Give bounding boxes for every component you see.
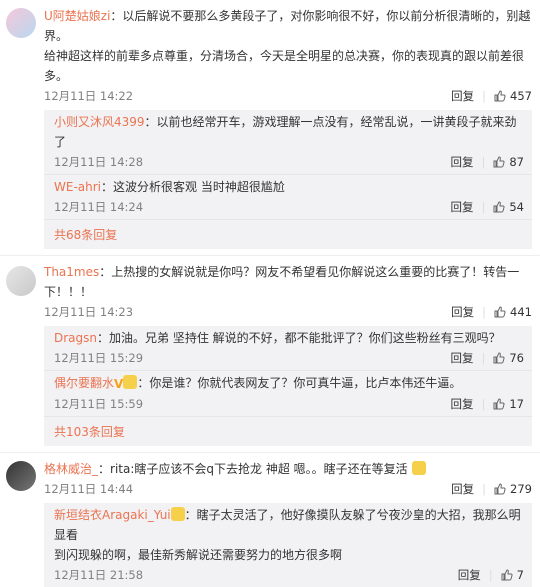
thumbs-up-icon bbox=[493, 201, 505, 213]
timestamp: 12月11日 14:22 bbox=[44, 89, 134, 103]
reply-list: 新垣结衣Aragaki_Yui ：瞎子太灵活了，他好像摸队友躲了兮夜沙皇的大招，我… bbox=[44, 503, 532, 587]
reply-text: ：你是谁？你就代表网友了？你可真牛逼，比卢本伟还牛逼。 bbox=[137, 376, 462, 390]
reply-text: ：加油。兄弟 坚持住 解说的不好，都不能批评了？你们这些粉丝有三观吗？ bbox=[97, 331, 501, 345]
like-button[interactable]: 17 bbox=[493, 397, 524, 411]
timestamp: 12月11日 15:29 bbox=[54, 351, 144, 365]
reply-button[interactable]: 回复 bbox=[451, 481, 474, 497]
thumbs-up-icon bbox=[494, 90, 506, 102]
comment: Tha1mes：上热搜的女解说就是你吗？网友不希望看见你解说这么重要的比赛了！转… bbox=[0, 256, 540, 453]
divider: | bbox=[481, 200, 486, 214]
comment-text: 下！！！ bbox=[44, 285, 93, 299]
comment-author[interactable]: U阿楚姑娘zi bbox=[44, 9, 110, 23]
comment-text: ：上热搜的女解说就是你吗？网友不希望看见你解说这么重要的比赛了！转告一 bbox=[99, 265, 520, 279]
like-count: 54 bbox=[509, 200, 524, 214]
like-count: 87 bbox=[509, 155, 524, 169]
comment: U阿楚姑娘zi：以后解说不要那么多黄段子了，对你影响很不好，你以前分析很清晰的，… bbox=[0, 0, 540, 256]
divider: | bbox=[482, 482, 487, 496]
like-button[interactable]: 441 bbox=[494, 305, 532, 319]
comment-text: 给神超这样的前辈多点尊重，分清场合，今天是全明星的总决赛，你的表现真的跟以前差很… bbox=[44, 49, 525, 83]
timestamp: 12月11日 15:59 bbox=[54, 397, 144, 411]
timestamp: 12月11日 14:24 bbox=[54, 200, 144, 214]
reply-button[interactable]: 回复 bbox=[450, 199, 473, 215]
like-count: 441 bbox=[510, 305, 532, 319]
comment-text: ：以后解说不要那么多黄段子了，对你影响很不好，你以前分析很清晰的，别越界。 bbox=[44, 9, 531, 43]
divider: | bbox=[482, 89, 487, 103]
reply-list: Dragsn：加油。兄弟 坚持住 解说的不好，都不能批评了？你们这些粉丝有三观吗… bbox=[44, 326, 532, 446]
more-replies-link[interactable]: 共103条回复 bbox=[44, 417, 532, 446]
comment-author[interactable]: 格林威治_ bbox=[44, 462, 98, 476]
emoji-icon bbox=[170, 507, 185, 521]
like-button[interactable]: 7 bbox=[501, 568, 524, 582]
reply-text: 到闪现躲的啊，最佳新秀解说还需要努力的地方很多啊 bbox=[54, 548, 343, 562]
timestamp: 12月11日 14:23 bbox=[44, 305, 134, 319]
reply-author[interactable]: 小则又沐风4399 bbox=[54, 115, 145, 129]
reply-button[interactable]: 回复 bbox=[458, 567, 481, 583]
reply-item: Dragsn：加油。兄弟 坚持住 解说的不好，都不能批评了？你们这些粉丝有三观吗… bbox=[44, 326, 532, 371]
emoji-icon bbox=[411, 461, 426, 475]
more-replies-link[interactable]: 共68条回复 bbox=[44, 220, 532, 249]
reply-button[interactable]: 回复 bbox=[450, 350, 473, 366]
timestamp: 12月11日 14:44 bbox=[44, 482, 134, 496]
reply-author[interactable]: WE-ahri bbox=[54, 180, 101, 194]
thumbs-up-icon bbox=[493, 156, 505, 168]
avatar[interactable] bbox=[6, 461, 36, 491]
comment-list: U阿楚姑娘zi：以后解说不要那么多黄段子了，对你影响很不好，你以前分析很清晰的，… bbox=[0, 0, 540, 587]
comment-meta: 12月11日 14:44 回复 | 279 bbox=[44, 479, 532, 499]
reply-button[interactable]: 回复 bbox=[451, 88, 474, 104]
like-button[interactable]: 54 bbox=[493, 200, 524, 214]
reply-text: ：这波分析很客观 当时神超很尴尬 bbox=[101, 180, 285, 194]
divider: | bbox=[481, 397, 486, 411]
reply-item: 偶尔要翻水V ：你是谁？你就代表网友了？你可真牛逼，比卢本伟还牛逼。 12月11日… bbox=[44, 371, 532, 417]
thumbs-up-icon bbox=[494, 306, 506, 318]
reply-item: WE-ahri：这波分析很客观 当时神超很尴尬 12月11日 14:24 回复 … bbox=[44, 175, 532, 220]
like-button[interactable]: 279 bbox=[494, 482, 532, 496]
reply-list: 小则又沐风4399：以前也经常开车，游戏理解一点没有，经常乱说，一讲黄段子就来劲… bbox=[44, 110, 532, 249]
like-count: 7 bbox=[516, 568, 524, 582]
thumbs-up-icon bbox=[493, 352, 505, 364]
divider: | bbox=[482, 305, 487, 319]
thumbs-up-icon bbox=[493, 398, 505, 410]
reply-button[interactable]: 回复 bbox=[451, 304, 474, 320]
like-count: 76 bbox=[509, 351, 524, 365]
reply-author[interactable]: 新垣结衣Aragaki_Yui bbox=[54, 508, 171, 522]
emoji-icon bbox=[123, 375, 138, 389]
reply-item: 小则又沐风4399：以前也经常开车，游戏理解一点没有，经常乱说，一讲黄段子就来劲… bbox=[44, 110, 532, 175]
like-button[interactable]: 76 bbox=[493, 351, 524, 365]
reply-item: 新垣结衣Aragaki_Yui ：瞎子太灵活了，他好像摸队友躲了兮夜沙皇的大招，我… bbox=[44, 503, 532, 587]
reply-button[interactable]: 回复 bbox=[450, 396, 473, 412]
divider: | bbox=[481, 155, 486, 169]
thumbs-up-icon bbox=[501, 569, 513, 581]
comment-text: ：rita:瞎子应该不会q下去抢龙 神超 嗯。。瞎子还在等复活 bbox=[98, 462, 408, 476]
divider: | bbox=[481, 351, 486, 365]
comment: 格林威治_：rita:瞎子应该不会q下去抢龙 神超 嗯。。瞎子还在等复活 12月… bbox=[0, 453, 540, 587]
comment-meta: 12月11日 14:22 回复 | 457 bbox=[44, 86, 532, 106]
like-button[interactable]: 457 bbox=[494, 89, 532, 103]
divider: | bbox=[488, 568, 493, 582]
avatar[interactable] bbox=[6, 8, 36, 38]
like-count: 17 bbox=[509, 397, 524, 411]
like-count: 457 bbox=[510, 89, 532, 103]
like-button[interactable]: 87 bbox=[493, 155, 524, 169]
timestamp: 12月11日 21:58 bbox=[54, 568, 144, 582]
like-count: 279 bbox=[510, 482, 532, 496]
thumbs-up-icon bbox=[494, 483, 506, 495]
reply-button[interactable]: 回复 bbox=[450, 154, 473, 170]
reply-author[interactable]: Dragsn bbox=[54, 331, 97, 345]
reply-author[interactable]: 偶尔要翻水 bbox=[54, 376, 114, 390]
timestamp: 12月11日 14:28 bbox=[54, 155, 144, 169]
comment-author[interactable]: Tha1mes bbox=[44, 265, 99, 279]
avatar[interactable] bbox=[6, 266, 36, 296]
verified-v-icon: V bbox=[114, 377, 124, 391]
comment-meta: 12月11日 14:23 回复 | 441 bbox=[44, 302, 532, 322]
